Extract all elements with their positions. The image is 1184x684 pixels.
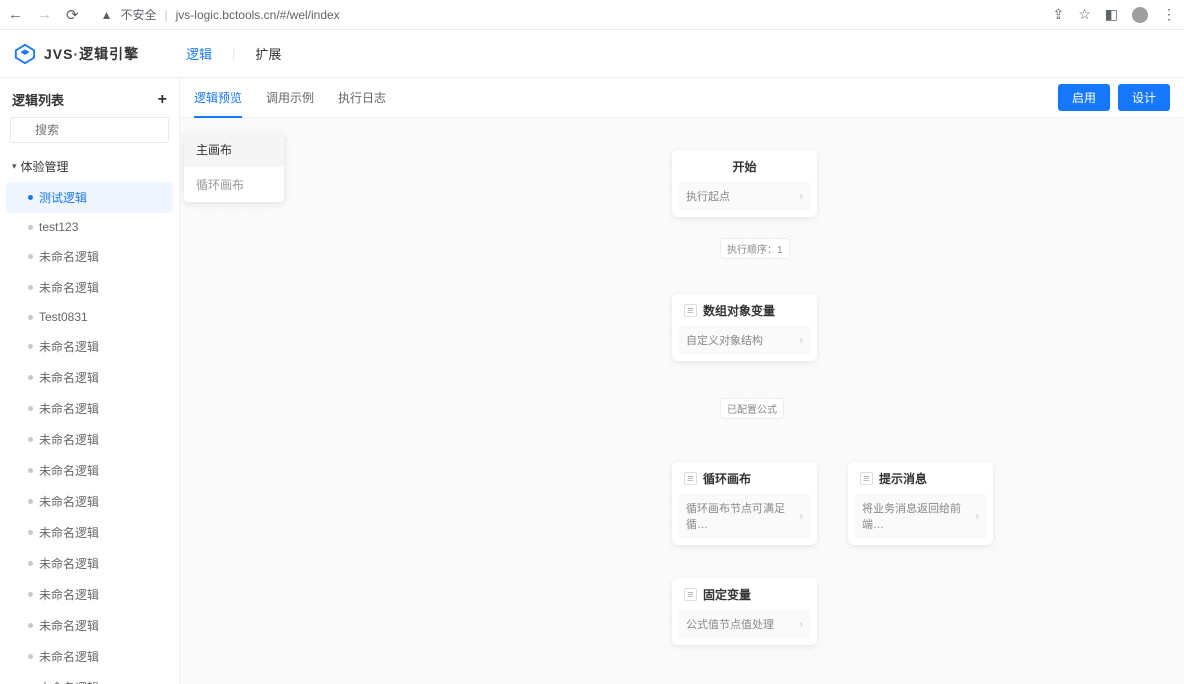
sidebar-title: 逻辑列表 (12, 90, 64, 109)
browser-chrome: ← → ⟳ ▲ 不安全 | jvs-logic.bctools.cn/#/wel… (0, 0, 1184, 30)
chevron-right-icon: › (800, 619, 803, 630)
sidebar-item[interactable]: 未命名逻辑 (0, 486, 179, 517)
reload-icon[interactable]: ⟳ (66, 6, 79, 24)
node-body[interactable]: 将业务消息返回给前端…› (854, 493, 987, 539)
chevron-right-icon: › (800, 511, 803, 522)
chevron-right-icon: › (800, 335, 803, 346)
insecure-label: 不安全 (120, 6, 156, 23)
list-icon: ≡ (860, 472, 873, 485)
share-icon[interactable]: ⇪ (1052, 6, 1064, 23)
edge-label-seq: 执行顺序：1 (720, 238, 790, 259)
node-body[interactable]: 公式值节点值处理› (678, 609, 811, 639)
node-array-var[interactable]: ≡数组对象变量 自定义对象结构› (672, 294, 817, 361)
edge-label-formula: 已配置公式 (720, 398, 784, 419)
sidebar-item[interactable]: 未命名逻辑 (0, 610, 179, 641)
address-bar[interactable]: ▲ 不安全 | jvs-logic.bctools.cn/#/wel/index (91, 6, 1041, 23)
sidebar-item[interactable]: test123 (0, 213, 179, 241)
add-logic-button[interactable]: + (158, 91, 167, 109)
sidebar: 逻辑列表 + ⌕ ▾ 体验管理 测试逻辑 test123 未命名逻辑 未命名逻辑… (0, 78, 180, 684)
enable-button[interactable]: 启用 (1058, 84, 1110, 111)
search-input[interactable] (10, 117, 169, 143)
node-body[interactable]: 执行起点› (678, 181, 811, 211)
node-body[interactable]: 自定义对象结构› (678, 325, 811, 355)
sidebar-item[interactable]: 未命名逻辑 (0, 579, 179, 610)
tab-demo[interactable]: 调用示例 (266, 89, 314, 107)
sidebar-item[interactable]: 未命名逻辑 (0, 672, 179, 684)
tab-preview[interactable]: 逻辑预览 (194, 89, 242, 118)
forward-icon[interactable]: → (37, 6, 52, 23)
insecure-icon: ▲ (101, 8, 113, 22)
app-bar: JVS·逻辑引擎 逻辑 | 扩展 (0, 30, 1184, 78)
menu-icon[interactable]: ⋮ (1162, 6, 1176, 23)
node-message[interactable]: ≡提示消息 将业务消息返回给前端…› (848, 462, 993, 545)
sidebar-item[interactable]: 未命名逻辑 (0, 548, 179, 579)
sidebar-item[interactable]: 未命名逻辑 (0, 331, 179, 362)
node-body[interactable]: 循环画布节点可满足循…› (678, 493, 811, 539)
sidebar-item[interactable]: 未命名逻辑 (0, 424, 179, 455)
canvas[interactable]: 主画布 循环画布 执行顺序：1 已配 (180, 118, 1184, 684)
sidebar-item[interactable]: 测试逻辑 (6, 182, 173, 213)
chevron-right-icon: › (976, 511, 979, 522)
canvas-main-tab[interactable]: 主画布 (184, 132, 284, 167)
top-nav-ext[interactable]: 扩展 (255, 44, 281, 63)
tab-logs[interactable]: 执行日志 (338, 89, 386, 107)
canvas-loop-tab[interactable]: 循环画布 (184, 167, 284, 202)
sidebar-item[interactable]: 未命名逻辑 (0, 517, 179, 548)
logo-icon (14, 43, 36, 65)
sidebar-item[interactable]: 未命名逻辑 (0, 393, 179, 424)
caret-down-icon: ▾ (12, 161, 17, 172)
sidebar-item[interactable]: Test0831 (0, 303, 179, 331)
sidebar-item[interactable]: 未命名逻辑 (0, 362, 179, 393)
list-icon: ≡ (684, 588, 697, 601)
node-start[interactable]: 开始 执行起点› (672, 150, 817, 217)
avatar[interactable] (1132, 7, 1148, 23)
design-button[interactable]: 设计 (1118, 84, 1170, 111)
extension-icon[interactable]: ◧ (1105, 6, 1118, 23)
tree-group[interactable]: ▾ 体验管理 (0, 151, 179, 182)
sidebar-item[interactable]: 未命名逻辑 (0, 241, 179, 272)
logo-text: JVS·逻辑引擎 (44, 44, 139, 64)
node-fixed-var[interactable]: ≡固定变量 公式值节点值处理› (672, 578, 817, 645)
canvas-switcher: 主画布 循环画布 (184, 132, 284, 202)
back-icon[interactable]: ← (8, 6, 23, 23)
list-icon: ≡ (684, 472, 697, 485)
url-text: jvs-logic.bctools.cn/#/wel/index (176, 8, 340, 22)
content: 逻辑预览 调用示例 执行日志 启用 设计 主画布 循环画布 (180, 78, 1184, 684)
sidebar-item[interactable]: 未命名逻辑 (0, 272, 179, 303)
sidebar-item[interactable]: 未命名逻辑 (0, 641, 179, 672)
top-nav-logic[interactable]: 逻辑 (186, 44, 212, 63)
list-icon: ≡ (684, 304, 697, 317)
chevron-right-icon: › (800, 191, 803, 202)
star-icon[interactable]: ☆ (1078, 6, 1091, 23)
sidebar-tree[interactable]: ▾ 体验管理 测试逻辑 test123 未命名逻辑 未命名逻辑 Test0831… (0, 151, 179, 684)
sidebar-item[interactable]: 未命名逻辑 (0, 455, 179, 486)
node-loop[interactable]: ≡循环画布 循环画布节点可满足循…› (672, 462, 817, 545)
